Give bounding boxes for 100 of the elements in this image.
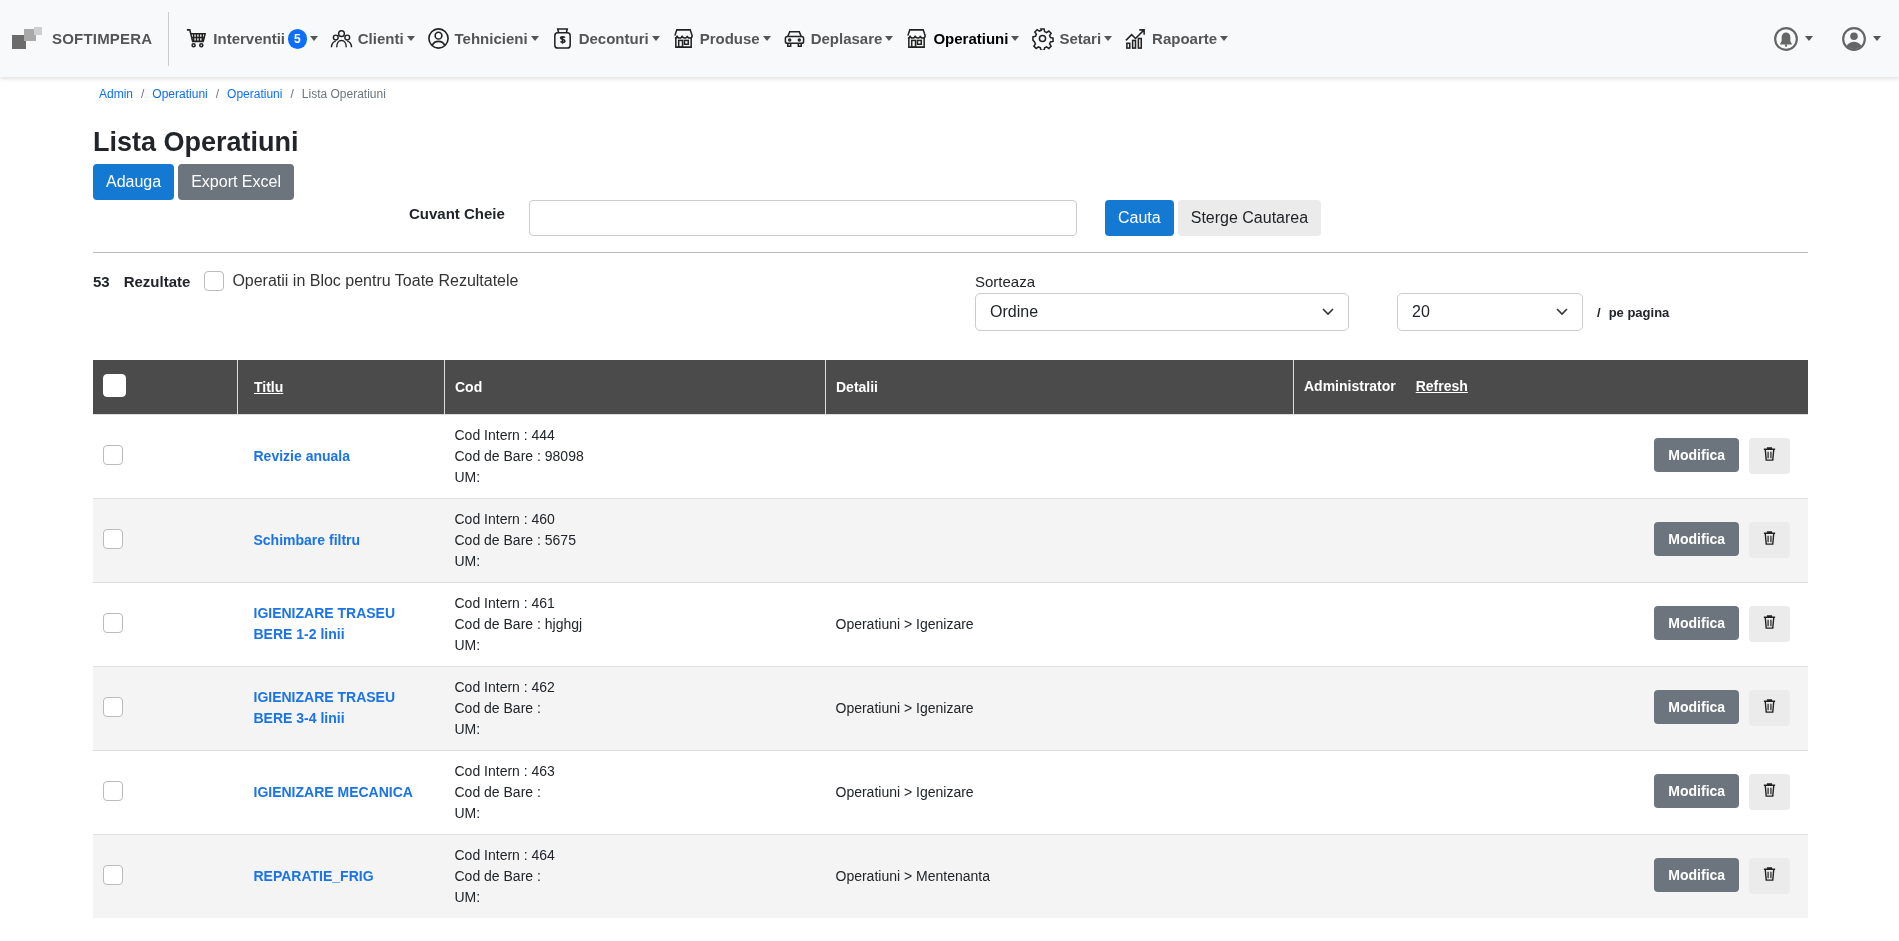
edit-button[interactable]: Modifica xyxy=(1654,437,1740,472)
row-checkbox[interactable] xyxy=(103,696,123,717)
caret-icon xyxy=(1011,36,1020,41)
code-line: Cod de Bare : hjghgj xyxy=(454,614,584,634)
edit-button[interactable]: Modifica xyxy=(1654,521,1740,556)
breadcrumb-link[interactable]: Operatiuni xyxy=(227,87,283,101)
person-circle-icon xyxy=(426,27,450,50)
trash-icon xyxy=(1762,782,1777,799)
caret-icon xyxy=(530,36,539,41)
bulk-checkbox[interactable] xyxy=(204,271,225,291)
operation-title-link[interactable]: Schimbare filtru xyxy=(253,529,435,551)
details-cell: Operatiuni > Igenizare xyxy=(835,616,974,632)
nav-menu-item[interactable]: Deconturi xyxy=(550,27,660,50)
caret-icon xyxy=(406,36,415,41)
code-line: UM: xyxy=(454,803,482,823)
trash-icon xyxy=(1762,530,1777,547)
select-all-checkbox[interactable] xyxy=(103,373,126,397)
code-line: Cod de Bare : xyxy=(454,698,542,718)
operation-title-link[interactable]: Revizie anuala xyxy=(253,445,435,467)
add-button[interactable]: Adauga xyxy=(93,164,175,200)
column-header-link[interactable]: Titlu xyxy=(254,378,284,395)
refresh-link[interactable]: Refresh xyxy=(1415,378,1468,394)
nav-menu-item[interactable]: Operatiuni xyxy=(905,27,1020,50)
clear-search-button[interactable]: Sterge Cautarea xyxy=(1177,200,1322,236)
row-checkbox[interactable] xyxy=(103,612,123,633)
delete-button[interactable] xyxy=(1749,774,1790,811)
code-line: Cod de Bare : xyxy=(454,782,542,802)
delete-button[interactable] xyxy=(1749,606,1790,643)
delete-button[interactable] xyxy=(1749,438,1790,475)
gear-icon xyxy=(1031,27,1055,50)
caret-icon xyxy=(1220,36,1229,41)
per-page-label: pe pagina xyxy=(1608,304,1670,320)
operation-title-link[interactable]: REPARATIE_FRIG xyxy=(253,865,435,887)
bulk-label: Operatii in Bloc pentru Toate Rezultatele xyxy=(232,272,519,290)
operation-title-link[interactable]: IGIENIZARE MECANICA xyxy=(253,781,435,803)
row-checkbox[interactable] xyxy=(103,864,123,885)
details-cell: Operatiuni > Igenizare xyxy=(835,700,974,716)
chevron-down-icon xyxy=(1556,308,1568,316)
nav-menu-item[interactable]: Interventii 5 xyxy=(185,27,318,50)
trash-icon xyxy=(1762,698,1777,715)
caret-icon xyxy=(1873,36,1881,41)
delete-button[interactable] xyxy=(1749,690,1790,727)
operation-title-link[interactable]: IGIENIZARE TRASEU BERE 1-2 linii xyxy=(253,603,435,645)
caret-icon xyxy=(1104,36,1113,41)
page-size-select[interactable]: 20 xyxy=(1397,293,1583,331)
search-button[interactable]: Cauta xyxy=(1105,200,1174,236)
column-header: Administrator xyxy=(1304,378,1396,394)
code-line: Cod de Bare : 5675 xyxy=(454,530,577,550)
row-checkbox[interactable] xyxy=(103,444,123,465)
breadcrumb-separator: / xyxy=(290,87,294,101)
code-line: Cod de Bare : 98098 xyxy=(454,446,585,466)
edit-button[interactable]: Modifica xyxy=(1654,858,1740,893)
code-line: UM: xyxy=(454,467,482,487)
code-line: Cod de Bare : xyxy=(454,866,542,886)
delete-button[interactable] xyxy=(1749,522,1790,559)
nav-menu-item[interactable]: Clienti xyxy=(329,27,415,50)
brand-logo[interactable]: SOFTIMPERA xyxy=(12,11,170,66)
breadcrumb-link[interactable]: Operatiuni xyxy=(152,87,208,101)
caret-icon xyxy=(309,36,318,41)
details-cell: Operatiuni > Mentenanta xyxy=(835,868,990,885)
trash-icon xyxy=(1762,866,1777,883)
search-field[interactable] xyxy=(529,200,1077,236)
caret-icon xyxy=(762,36,771,41)
code-line: Cod Intern : 462 xyxy=(454,677,556,697)
sort-label: Sorteaza xyxy=(975,273,1037,290)
code-line: Cod Intern : 463 xyxy=(454,761,556,781)
results-label: Rezultate xyxy=(123,272,191,290)
operation-title-link[interactable]: IGIENIZARE TRASEU BERE 3-4 linii xyxy=(253,687,435,729)
row-checkbox[interactable] xyxy=(103,528,123,549)
count-badge: 5 xyxy=(288,28,307,49)
breadcrumb-separator: / xyxy=(215,87,220,101)
edit-button[interactable]: Modifica xyxy=(1654,605,1740,640)
nav-menu-item[interactable]: Setari xyxy=(1031,27,1113,50)
notifications-button[interactable] xyxy=(1773,25,1813,52)
export-button[interactable]: Export Excel xyxy=(178,164,294,200)
code-line: Cod Intern : 461 xyxy=(454,593,556,613)
breadcrumb-link[interactable]: Admin xyxy=(99,87,133,101)
code-line: UM: xyxy=(454,887,482,907)
shop-icon xyxy=(671,27,695,50)
code-line: UM: xyxy=(454,551,482,571)
nav-menu-item[interactable]: Rapoarte xyxy=(1124,27,1229,50)
nav-menu-item[interactable]: Deplasare xyxy=(782,27,894,50)
user-menu-button[interactable] xyxy=(1841,25,1881,52)
per-page-separator: / xyxy=(1597,304,1601,320)
code-line: UM: xyxy=(454,719,482,739)
bell-icon xyxy=(1773,25,1799,52)
sort-select[interactable]: Ordine xyxy=(975,293,1349,331)
delete-button[interactable] xyxy=(1749,858,1790,895)
nav-menu-item[interactable]: Tehnicieni xyxy=(426,27,539,50)
edit-button[interactable]: Modifica xyxy=(1654,773,1740,808)
chevron-down-icon xyxy=(1322,308,1334,316)
code-line: Cod Intern : 464 xyxy=(454,845,556,865)
search-label: Cuvant Cheie xyxy=(409,205,506,222)
shop-icon xyxy=(905,27,929,50)
brand-name: SOFTIMPERA xyxy=(52,30,153,47)
edit-button[interactable]: Modifica xyxy=(1654,689,1740,724)
nav-menu-item[interactable]: Produse xyxy=(671,27,771,50)
code-line: UM: xyxy=(454,635,482,655)
code-line: Cod Intern : 460 xyxy=(454,509,556,529)
row-checkbox[interactable] xyxy=(103,780,123,801)
